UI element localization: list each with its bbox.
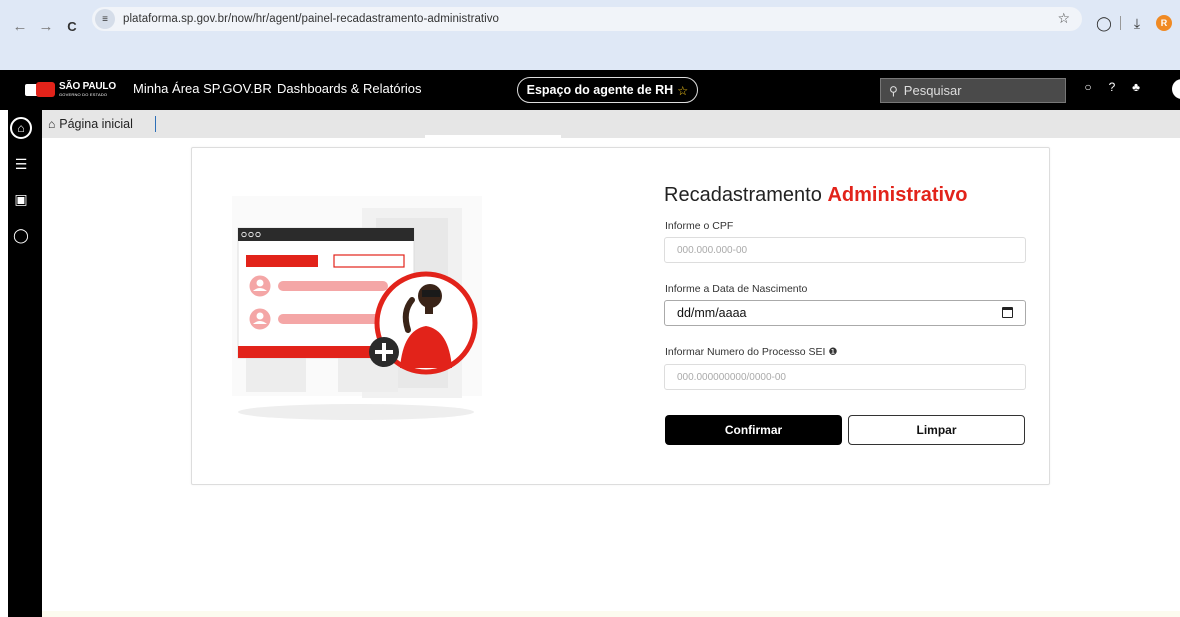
- home-tab-icon: ⌂: [48, 117, 56, 131]
- nav-minha-area[interactable]: Minha Área SP.GOV.BR: [133, 81, 272, 96]
- nav-dashboards[interactable]: Dashboards & Relatórios: [277, 81, 422, 96]
- cpf-placeholder: 000.000.000-00: [677, 244, 748, 256]
- title-plain: Recadastramento: [664, 184, 822, 206]
- calendar-icon[interactable]: [1002, 307, 1013, 318]
- birthdate-field[interactable]: dd/mm/aaaa: [664, 300, 1026, 326]
- workspace-switcher[interactable]: Espaço do agente de RH ☆: [517, 77, 698, 103]
- clear-button[interactable]: Limpar: [848, 415, 1025, 445]
- help-icon[interactable]: ?: [1100, 80, 1124, 94]
- bookmark-star-icon[interactable]: ☆: [1057, 10, 1070, 27]
- global-search[interactable]: ⚲ Pesquisar: [880, 78, 1066, 103]
- info-icon[interactable]: ❶: [828, 347, 837, 358]
- rail-edge: [0, 110, 8, 617]
- address-bar[interactable]: ≡ plataforma.sp.gov.br/now/hr/agent/pain…: [92, 7, 1082, 31]
- sei-label: Informar Numero do Processo SEI ❶: [665, 346, 838, 358]
- birthdate-label: Informe a Data de Nascimento: [665, 283, 808, 295]
- tab-strip: [42, 110, 1180, 138]
- site-info-icon[interactable]: ≡: [95, 9, 115, 29]
- sei-field[interactable]: 000.000000000/0000-00: [664, 364, 1026, 390]
- cpf-field[interactable]: 000.000.000-00: [664, 237, 1026, 263]
- browser-actions: ◯ ⤓ R: [1091, 12, 1180, 34]
- header-icons: ○ ? ♣: [1076, 80, 1148, 94]
- registration-illustration: [232, 196, 482, 420]
- download-icon[interactable]: ⤓: [1124, 12, 1150, 34]
- page-bottom-strip: [42, 611, 1180, 617]
- birthdate-value: dd/mm/aaaa: [677, 306, 747, 320]
- workspace-label: Espaço do agente de RH: [526, 83, 674, 97]
- title-highlight: Administrativo: [827, 184, 968, 206]
- profile-avatar[interactable]: R: [1156, 15, 1172, 31]
- tab-home[interactable]: ⌂ Página inicial: [48, 117, 133, 131]
- app-header: SÃO PAULO GOVERNO DO ESTADO Minha Área S…: [0, 70, 1180, 110]
- user-avatar[interactable]: [1172, 79, 1180, 99]
- chat-icon[interactable]: ○: [1076, 80, 1100, 94]
- sao-paulo-logo[interactable]: SÃO PAULO GOVERNO DO ESTADO: [25, 81, 116, 98]
- back-icon[interactable]: ←: [7, 13, 33, 39]
- url-text[interactable]: plataforma.sp.gov.br/now/hr/agent/painel…: [123, 13, 499, 25]
- reload-icon[interactable]: C: [59, 13, 85, 39]
- dashboard-icon[interactable]: ◯: [10, 224, 32, 246]
- tab-active-indicator[interactable]: [425, 135, 561, 138]
- extensions-icon[interactable]: ◯: [1091, 12, 1117, 34]
- page-title: Recadastramento Administrativo: [664, 184, 967, 207]
- search-icon: ⚲: [889, 83, 898, 98]
- home-icon[interactable]: ⌂: [10, 117, 32, 139]
- confirm-button[interactable]: Confirmar: [665, 415, 842, 445]
- sei-placeholder: 000.000000000/0000-00: [677, 371, 786, 383]
- tab-divider: [155, 116, 156, 132]
- logo-text: SÃO PAULO GOVERNO DO ESTADO: [59, 81, 116, 97]
- star-icon: ☆: [677, 83, 689, 98]
- list-icon[interactable]: ☰: [10, 153, 32, 175]
- inbox-icon[interactable]: ▣: [10, 188, 32, 210]
- bell-icon[interactable]: ♣: [1124, 80, 1148, 94]
- search-input[interactable]: Pesquisar: [904, 83, 962, 98]
- tab-home-label: Página inicial: [59, 117, 133, 131]
- logo-mark-icon: [25, 81, 55, 98]
- toolbar-separator: [1120, 16, 1121, 30]
- cpf-label: Informe o CPF: [665, 220, 734, 232]
- forward-icon[interactable]: →: [33, 13, 59, 39]
